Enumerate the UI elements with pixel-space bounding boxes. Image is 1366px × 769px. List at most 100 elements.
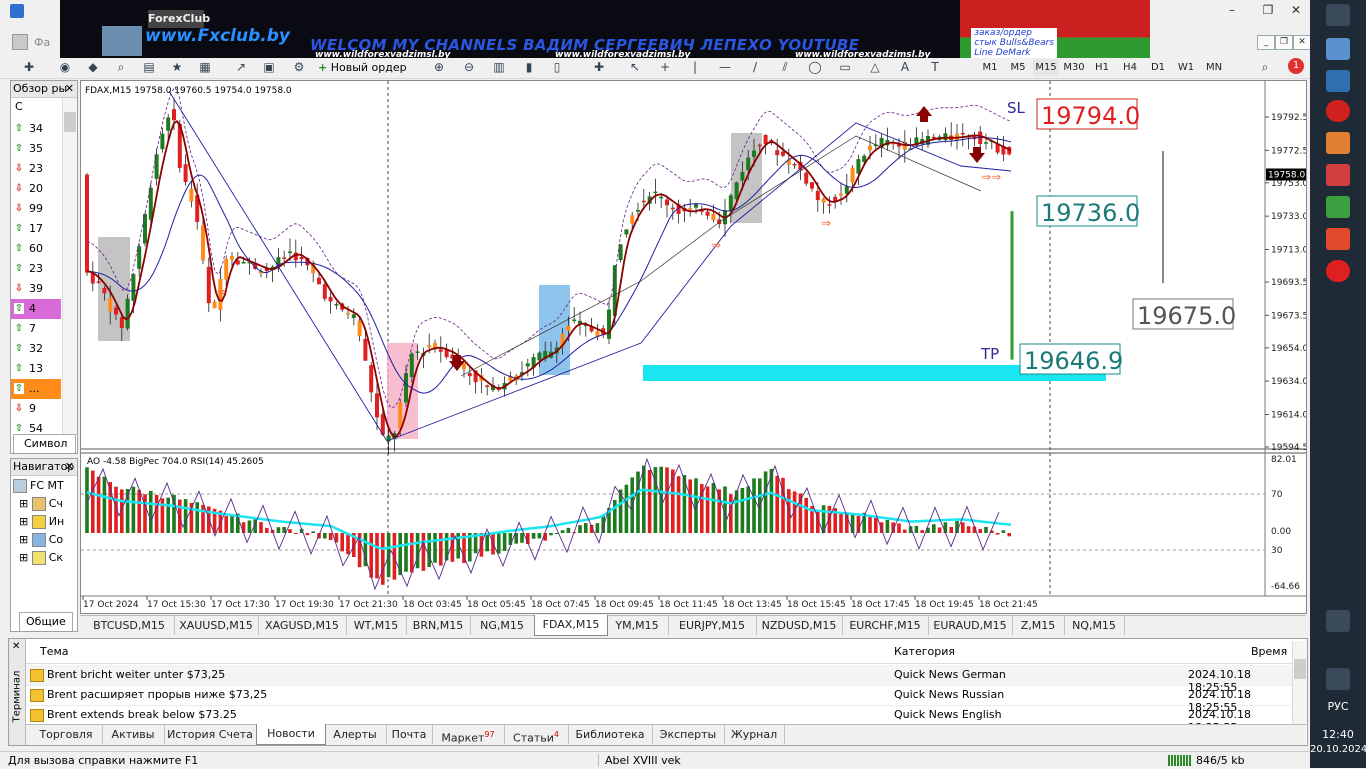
clock-date[interactable]: 20.10.2024: [1310, 744, 1366, 755]
app-icon[interactable]: [1326, 228, 1350, 250]
app-minimize-button[interactable]: –: [1224, 4, 1240, 17]
market-watch-row[interactable]: ⇧ 32: [11, 339, 61, 359]
strategy-tester-icon[interactable]: ↗: [232, 59, 250, 76]
market-watch-icon[interactable]: ◆: [84, 59, 102, 76]
triangle-icon[interactable]: △: [866, 59, 884, 76]
symbol-tab[interactable]: YM,M15: [606, 616, 669, 635]
tf-m30[interactable]: M30: [1061, 59, 1087, 76]
scroll-thumb[interactable]: [64, 112, 76, 132]
scroll-thumb[interactable]: [1294, 659, 1306, 679]
crosshair-icon[interactable]: +: [656, 59, 674, 76]
market-watch-row[interactable]: ⇧ 60: [11, 239, 61, 259]
close-icon[interactable]: ✕: [65, 81, 74, 97]
symbol-tab[interactable]: Z,M15: [1012, 616, 1065, 635]
market-watch-row[interactable]: ⇩ 9: [11, 399, 61, 419]
cursor-icon[interactable]: ↖: [626, 59, 644, 76]
explorer-icon[interactable]: [1326, 38, 1350, 60]
tf-m5[interactable]: M5: [1005, 59, 1031, 76]
symbol-tab[interactable]: EURJPY,M15: [668, 616, 757, 635]
tf-d1[interactable]: D1: [1145, 59, 1171, 76]
column-time[interactable]: Время: [1251, 645, 1287, 658]
market-watch-scrollbar[interactable]: [62, 98, 77, 435]
navigator-item-root[interactable]: FC MT: [13, 477, 64, 495]
chart-close-button[interactable]: ✕: [1293, 35, 1311, 50]
terminal-tab[interactable]: История Счета: [164, 725, 257, 744]
news-row[interactable]: Brent расширяет прорыв ниже $73,25 Quick …: [26, 685, 1292, 714]
opera-icon[interactable]: [1326, 100, 1350, 122]
close-icon[interactable]: ✕: [65, 459, 74, 475]
candle-chart-icon[interactable]: ▯: [548, 59, 566, 76]
zoom-in-icon[interactable]: ⊕: [430, 59, 448, 76]
ellipse-icon[interactable]: ◯: [806, 59, 824, 76]
app-close-button[interactable]: ✕: [1288, 4, 1304, 17]
symbol-tab[interactable]: BRN,M15: [406, 616, 471, 635]
trendline-icon[interactable]: /: [746, 59, 764, 76]
channel-icon[interactable]: ⫽: [776, 59, 794, 76]
terminal-tab[interactable]: Эксперты: [652, 725, 725, 744]
terminal-tab[interactable]: Маркет97: [432, 725, 505, 745]
text-icon[interactable]: A: [896, 59, 914, 76]
terminal-tab[interactable]: Торговля: [30, 725, 103, 744]
new-chart-icon[interactable]: ✚: [20, 59, 38, 76]
symbol-tab[interactable]: NZDUSD,M15: [756, 616, 843, 635]
favorites-icon[interactable]: ★: [168, 59, 186, 76]
navigator-item-indicators[interactable]: ⊞ Ин: [19, 513, 64, 531]
market-watch-row[interactable]: ⇩ 20: [11, 179, 61, 199]
tf-mn[interactable]: MN: [1201, 59, 1227, 76]
chart-restore-button[interactable]: ❐: [1275, 35, 1293, 50]
bar-chart-icon[interactable]: ▮: [520, 59, 538, 76]
zoom-out-icon[interactable]: ⊖: [460, 59, 478, 76]
record-icon[interactable]: [1326, 260, 1350, 282]
language-indicator[interactable]: РУС: [1310, 700, 1366, 713]
calculator-icon[interactable]: [1326, 196, 1350, 218]
terminal-tab[interactable]: Библиотека: [568, 725, 653, 744]
terminal-tab[interactable]: Журнал: [724, 725, 785, 744]
tf-m1[interactable]: M1: [977, 59, 1003, 76]
symbol-tab[interactable]: EURAUD,M15: [928, 616, 1013, 635]
tf-w1[interactable]: W1: [1173, 59, 1199, 76]
new-order-button[interactable]: + Новый ордер: [318, 59, 407, 76]
market-watch-row[interactable]: ⇩ 99: [11, 199, 61, 219]
network-icon[interactable]: [1326, 668, 1350, 690]
market-watch-col-header[interactable]: С: [15, 100, 23, 113]
column-category[interactable]: Категория: [894, 645, 955, 658]
data-window-icon[interactable]: ▤: [140, 59, 158, 76]
terminal-tab[interactable]: Активы: [102, 725, 165, 744]
label-icon[interactable]: T: [926, 59, 944, 76]
navigator-item-advisors[interactable]: ⊞ Со: [19, 531, 63, 549]
tf-h4[interactable]: H4: [1117, 59, 1143, 76]
market-watch-row[interactable]: ⇧ 13: [11, 359, 61, 379]
navigator-tab-common[interactable]: Общие: [19, 612, 73, 631]
horizontal-line-icon[interactable]: —: [716, 59, 734, 76]
price-chart[interactable]: 19792.5 19772.5 19753.0 19733.0 19713.0 19693…: [80, 80, 1307, 614]
market-watch-row[interactable]: ⇧ 23: [11, 259, 61, 279]
terminal-tab[interactable]: Статьи4: [504, 725, 569, 745]
profiles-icon[interactable]: ◉: [56, 59, 74, 76]
desktop-icon[interactable]: [1326, 4, 1350, 26]
market-watch-tab-symbols[interactable]: Символ: [13, 434, 77, 453]
expert-icon[interactable]: ⚙: [290, 59, 308, 76]
vertical-line-icon[interactable]: |: [686, 59, 704, 76]
symbol-tab[interactable]: NQ,M15: [1064, 616, 1125, 635]
news-row[interactable]: Brent extends break below $73.25 Quick Ne…: [26, 705, 1292, 734]
outlook-icon[interactable]: [1326, 70, 1350, 92]
clock-time[interactable]: 12:40: [1310, 728, 1366, 741]
navigator-item-accounts[interactable]: ⊞ Сч: [19, 495, 63, 513]
market-watch-row[interactable]: ⇧ 17: [11, 219, 61, 239]
add-indicator-icon[interactable]: ✚: [590, 59, 608, 76]
chart-canvas[interactable]: 19792.519772.519753.019733.019713.019693…: [81, 81, 1306, 613]
paint-icon[interactable]: [1326, 132, 1350, 154]
navigator-icon[interactable]: ⌕: [112, 59, 130, 76]
keyboard-icon[interactable]: [1326, 610, 1350, 632]
symbol-tab[interactable]: XAUUSD,M15: [174, 616, 259, 635]
market-watch-row[interactable]: ⇧...: [11, 379, 61, 399]
chart-minimize-button[interactable]: _: [1257, 35, 1275, 50]
terminal-tab[interactable]: Новости: [256, 724, 326, 745]
market-watch-row[interactable]: ⇧ 7: [11, 319, 61, 339]
market-watch-row[interactable]: ⇩ 39: [11, 279, 61, 299]
terminal-tab[interactable]: Алерты: [324, 725, 387, 744]
tf-h1[interactable]: H1: [1089, 59, 1115, 76]
app-maximize-button[interactable]: ❐: [1260, 4, 1276, 17]
news-row[interactable]: Brent bricht weiter unter $73,25 Quick Ne…: [26, 665, 1292, 694]
column-subject[interactable]: Тема: [40, 645, 69, 658]
